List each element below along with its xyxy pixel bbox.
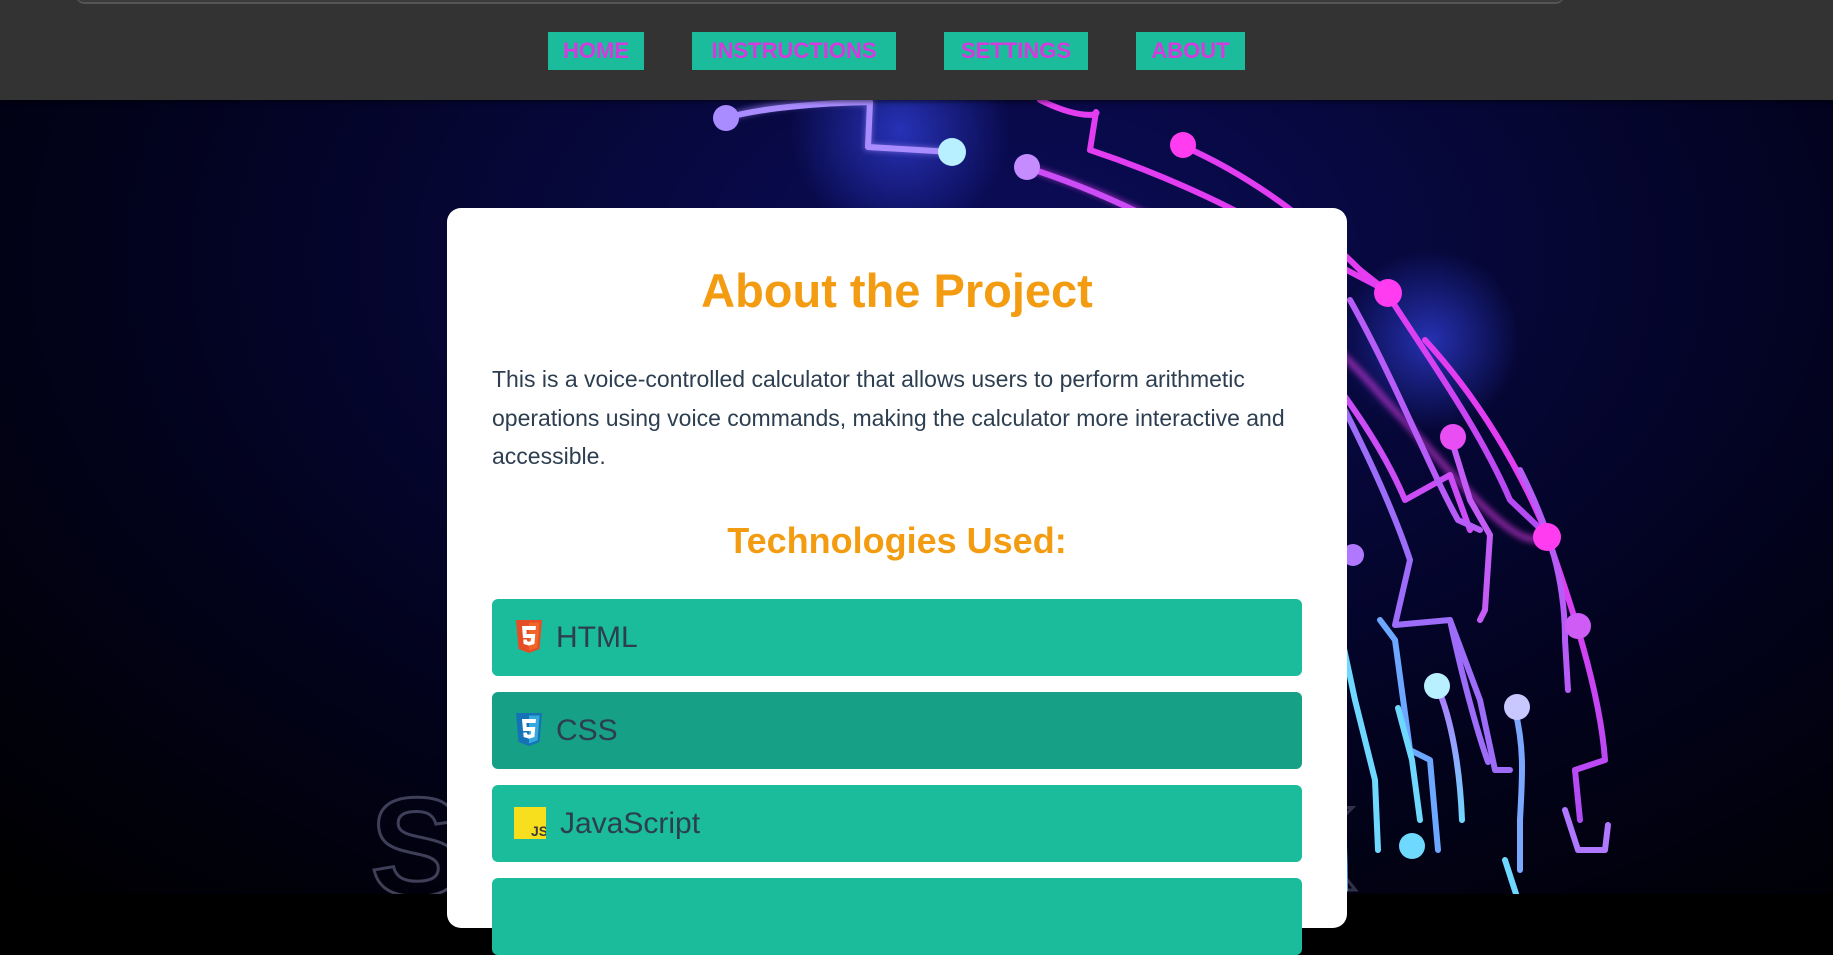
tech-item-partial[interactable] bbox=[492, 878, 1302, 955]
project-description: This is a voice-controlled calculator th… bbox=[492, 366, 1285, 469]
technologies-heading: Technologies Used: bbox=[727, 520, 1067, 561]
nav-home-link[interactable]: HOME bbox=[548, 32, 644, 70]
html5-icon bbox=[514, 620, 544, 654]
javascript-icon: JS bbox=[514, 807, 548, 839]
browser-top-edge bbox=[75, 0, 1565, 4]
css3-icon bbox=[514, 713, 544, 747]
tech-label-javascript: JavaScript bbox=[560, 807, 701, 840]
svg-text:JS: JS bbox=[531, 823, 546, 839]
about-card: About the Project This is a voice-contro… bbox=[447, 208, 1347, 955]
tech-item-css[interactable]: CSS bbox=[492, 692, 1302, 769]
navbar: HOME INSTRUCTIONS SETTINGS ABOUT bbox=[0, 0, 1833, 100]
nav-list: HOME INSTRUCTIONS SETTINGS ABOUT bbox=[0, 32, 1833, 70]
page-title: About the Project bbox=[701, 264, 1093, 317]
nav-about-link[interactable]: ABOUT bbox=[1136, 32, 1245, 70]
tech-item-javascript[interactable]: JS JavaScript bbox=[492, 785, 1302, 862]
tech-item-html[interactable]: HTML bbox=[492, 599, 1302, 676]
tech-label-html: HTML bbox=[556, 621, 638, 654]
tech-label-css: CSS bbox=[556, 714, 618, 747]
nav-instructions-link[interactable]: INSTRUCTIONS bbox=[692, 32, 896, 70]
nav-settings-link[interactable]: SETTINGS bbox=[944, 32, 1088, 70]
